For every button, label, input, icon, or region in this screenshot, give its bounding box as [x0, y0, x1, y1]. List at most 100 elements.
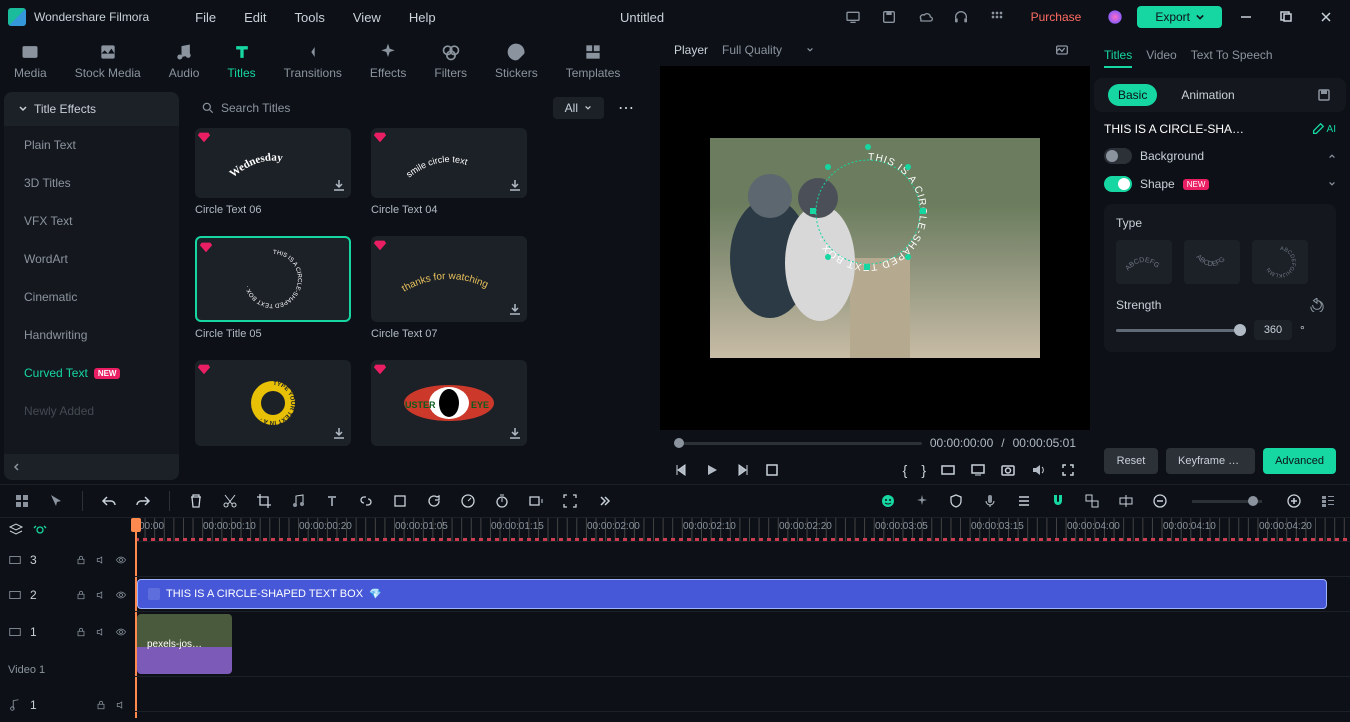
category-filter[interactable]: All — [553, 97, 604, 119]
chevron-up-icon[interactable] — [1328, 152, 1336, 160]
close-icon[interactable] — [1318, 9, 1334, 25]
tab-media[interactable]: Media — [14, 42, 47, 80]
text-icon[interactable] — [324, 493, 340, 509]
mute-icon[interactable] — [95, 626, 107, 638]
props-tab-video[interactable]: Video — [1146, 44, 1176, 68]
track-head-1[interactable]: 1 — [0, 612, 135, 652]
panel-icon[interactable] — [14, 493, 30, 509]
search-input[interactable]: Search Titles — [195, 95, 545, 121]
tools-menu[interactable]: Tools — [285, 6, 335, 29]
keyframe-icon[interactable] — [1118, 493, 1134, 509]
seek-bar[interactable] — [674, 442, 922, 445]
replace-icon[interactable] — [1084, 493, 1100, 509]
track-2[interactable]: THIS IS A CIRCLE-SHAPED TEXT BOX 💎 — [135, 577, 1350, 612]
stop-icon[interactable] — [764, 462, 780, 478]
file-menu[interactable]: File — [185, 6, 226, 29]
title-card[interactable]: TYPE YOUR TEXT IN A · — [195, 360, 351, 446]
download-icon[interactable] — [507, 426, 523, 442]
mark-in-icon[interactable]: { — [903, 462, 908, 478]
help-menu[interactable]: Help — [399, 6, 446, 29]
strength-slider[interactable] — [1116, 329, 1246, 332]
tab-audio[interactable]: Audio — [169, 42, 200, 80]
pointer-icon[interactable] — [48, 493, 64, 509]
sidebar-item-plain-text[interactable]: Plain Text — [4, 126, 179, 164]
mute-icon[interactable] — [95, 554, 107, 566]
apps-icon[interactable] — [989, 9, 1005, 25]
chevron-down-icon[interactable] — [1328, 180, 1336, 188]
device-icon[interactable] — [845, 9, 861, 25]
mark-out-icon[interactable]: } — [921, 462, 926, 478]
minimize-icon[interactable] — [1238, 9, 1254, 25]
undo-icon[interactable] — [101, 493, 117, 509]
subtab-animation[interactable]: Animation — [1171, 84, 1244, 106]
camera-icon[interactable] — [1000, 462, 1016, 478]
track-3[interactable] — [135, 542, 1350, 577]
zoom-slider[interactable] — [1192, 500, 1262, 503]
sidebar-item-3d-titles[interactable]: 3D Titles — [4, 164, 179, 202]
view-menu[interactable]: View — [343, 6, 391, 29]
list-icon[interactable] — [1016, 493, 1032, 509]
sidebar-collapse-button[interactable] — [4, 454, 179, 480]
headphones-icon[interactable] — [953, 9, 969, 25]
trash-icon[interactable] — [188, 493, 204, 509]
title-card[interactable]: Wednesday Circle Text 06 — [195, 128, 351, 216]
crop-icon[interactable] — [256, 493, 272, 509]
view-mode-icon[interactable] — [1320, 493, 1336, 509]
save-icon[interactable] — [881, 9, 897, 25]
magnet-icon[interactable] — [1050, 493, 1066, 509]
lock-icon[interactable] — [75, 589, 87, 601]
track-1[interactable]: pexels-jos… — [135, 612, 1350, 677]
download-icon[interactable] — [507, 178, 523, 194]
profile-icon[interactable] — [1107, 9, 1123, 25]
edit-menu[interactable]: Edit — [234, 6, 276, 29]
type-arc-down[interactable]: ABCDEFG — [1184, 240, 1240, 284]
tab-filters[interactable]: Filters — [434, 42, 467, 80]
lock-icon[interactable] — [75, 626, 87, 638]
title-card[interactable]: smile circle text Circle Text 04 — [371, 128, 527, 216]
mute-icon[interactable] — [115, 699, 127, 711]
lock-icon[interactable] — [75, 554, 87, 566]
props-tab-tts[interactable]: Text To Speech — [1191, 44, 1273, 68]
sidebar-item-vfx-text[interactable]: VFX Text — [4, 202, 179, 240]
sparkle-icon[interactable] — [914, 493, 930, 509]
eye-icon[interactable] — [115, 626, 127, 638]
title-card[interactable]: thanks for watching Circle Text 07 — [371, 236, 527, 340]
crop2-icon[interactable] — [392, 493, 408, 509]
download-icon[interactable] — [507, 302, 523, 318]
snapshot-icon[interactable] — [1054, 42, 1070, 58]
sidebar-item-curved-text[interactable]: Curved TextNEW — [4, 354, 179, 392]
title-card-selected[interactable]: THIS IS A CIRCLE-SHAPED TEXT BOX · Circl… — [195, 236, 351, 340]
fit-icon[interactable] — [562, 493, 578, 509]
purchase-button[interactable]: Purchase — [1019, 6, 1094, 28]
reset-icon[interactable] — [1310, 298, 1324, 312]
more-tools-icon[interactable] — [596, 493, 612, 509]
sidebar-item-handwriting[interactable]: Handwriting — [4, 316, 179, 354]
track-head-2[interactable]: 2 — [0, 577, 135, 612]
track-head-audio1[interactable]: 1 — [0, 687, 135, 722]
reset-button[interactable]: Reset — [1104, 448, 1158, 474]
eye-icon[interactable] — [115, 554, 127, 566]
aspect-icon[interactable] — [940, 462, 956, 478]
download-icon[interactable] — [331, 178, 347, 194]
marker-icon[interactable] — [528, 493, 544, 509]
layers-icon[interactable] — [8, 522, 24, 538]
maximize-icon[interactable] — [1278, 9, 1294, 25]
circle-text-overlay[interactable]: THIS IS A CIRCLE-SHAPED TEXT BOX · — [798, 142, 938, 282]
track-audio-1[interactable] — [135, 677, 1350, 712]
fullscreen-icon[interactable] — [1060, 462, 1076, 478]
link-icon[interactable] — [358, 493, 374, 509]
strength-value[interactable]: 360 — [1254, 320, 1292, 340]
tab-stickers[interactable]: Stickers — [495, 42, 538, 80]
tab-stock-media[interactable]: Stock Media — [75, 42, 141, 80]
auto-link-icon[interactable] — [32, 522, 48, 538]
rotate-icon[interactable] — [426, 493, 442, 509]
video-clip[interactable]: pexels-jos… — [137, 614, 232, 674]
type-arc-up[interactable]: ABCDEFG — [1116, 240, 1172, 284]
keyframe-button[interactable]: Keyframe P… — [1166, 448, 1255, 474]
cut-icon[interactable] — [222, 493, 238, 509]
sidebar-item-newly-added[interactable]: Newly Added — [4, 392, 179, 430]
type-circle[interactable]: ABCDEFGHIJKLMN — [1252, 240, 1308, 284]
export-button[interactable]: Export — [1137, 6, 1222, 28]
volume-icon[interactable] — [1030, 462, 1046, 478]
play-icon[interactable] — [704, 462, 720, 478]
